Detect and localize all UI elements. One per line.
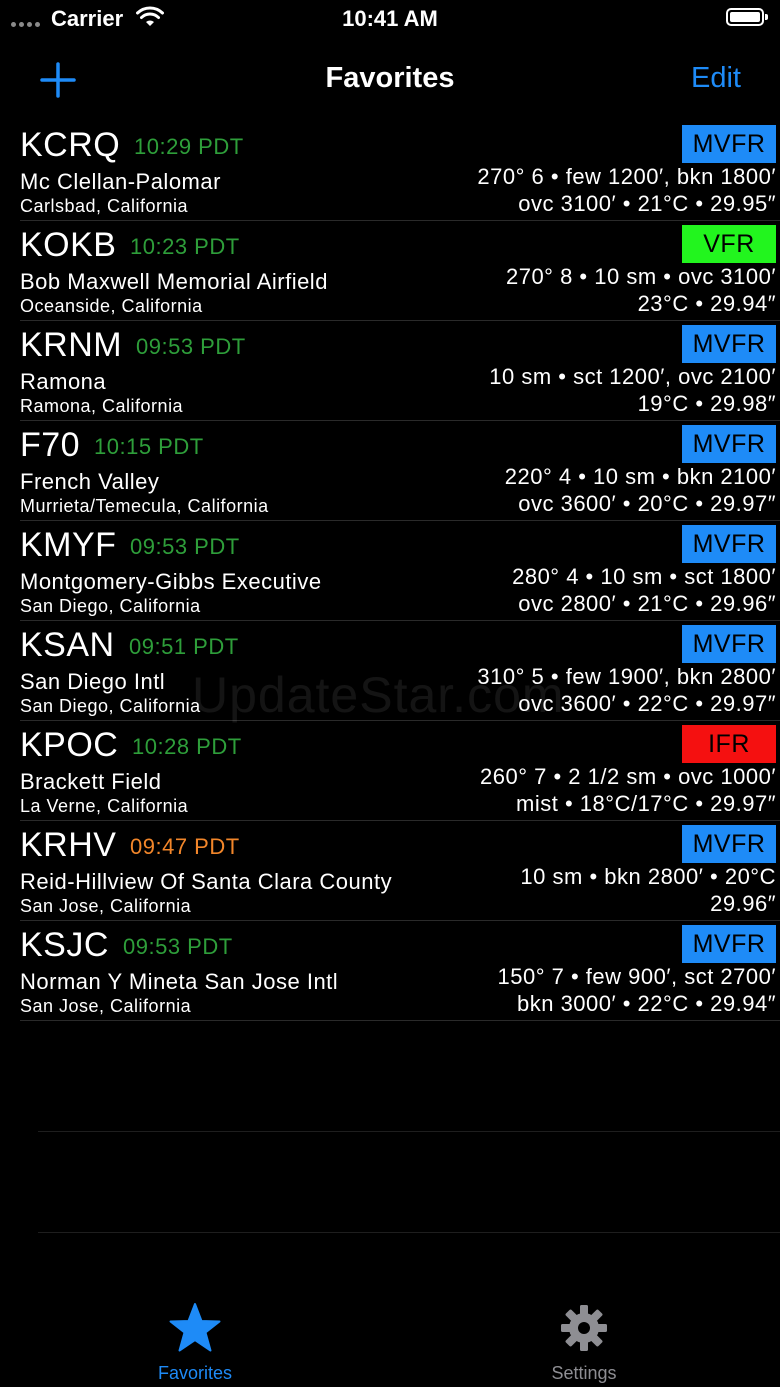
list-separator: [38, 1131, 780, 1132]
weather-line-2: ovc 3600′ • 22°C • 29.97″: [518, 691, 776, 716]
weather-line-1: 10 sm • sct 1200′, ovc 2100′: [489, 364, 776, 389]
station-location: San Jose, California: [20, 996, 192, 1016]
observation-time: 10:15 PDT: [94, 434, 204, 459]
tab-settings-label: Settings: [551, 1363, 617, 1383]
flight-category-badge: MVFR: [682, 425, 776, 463]
flight-category-badge: MVFR: [682, 325, 776, 363]
station-ident: F70: [20, 426, 81, 464]
weather-line-1: 10 sm • bkn 2800′ • 20°C: [520, 864, 776, 889]
flight-category-badge: MVFR: [682, 625, 776, 663]
station-row[interactable]: KCRQ 10:29 PDT Mc Clellan-Palomar Carlsbad,…: [20, 121, 780, 221]
station-location: Ramona, California: [20, 396, 184, 416]
station-row[interactable]: KPOC 10:28 PDT Brackett Field La Verne, Cal…: [20, 721, 780, 821]
weather-line-1: 220° 4 • 10 sm • bkn 2100′: [504, 464, 776, 489]
weather-line-2: ovc 3100′ • 21°C • 29.95″: [518, 191, 776, 216]
station-ident: KSAN: [20, 626, 115, 664]
weather-line-1: 280° 4 • 10 sm • sct 1800′: [512, 564, 776, 589]
list-separator: [38, 1232, 780, 1233]
battery-icon: [726, 8, 768, 26]
favorites-list: KCRQ 10:29 PDT Mc Clellan-Palomar Carlsbad,…: [0, 121, 780, 1021]
weather-line-2: ovc 3600′ • 20°C • 29.97″: [518, 491, 776, 516]
observation-time: 10:28 PDT: [132, 734, 242, 759]
flight-category-badge: MVFR: [682, 125, 776, 163]
weather-line-2: mist • 18°C/17°C • 29.97″: [516, 791, 776, 816]
station-ident: KCRQ: [20, 126, 121, 164]
station-location: Carlsbad, California: [20, 196, 189, 216]
observation-time: 10:23 PDT: [130, 234, 240, 259]
tab-bar: Favorites Settings: [0, 1290, 780, 1387]
weather-line-2: 19°C • 29.98″: [637, 391, 776, 416]
tab-settings[interactable]: Settings: [504, 1302, 664, 1384]
station-row[interactable]: F70 10:15 PDT French Valley Murrieta/Temecu…: [20, 421, 780, 521]
station-ident: KRNM: [20, 326, 123, 364]
station-row[interactable]: KOKB 10:23 PDT Bob Maxwell Memorial Airfie…: [20, 221, 780, 321]
status-time: 10:41 AM: [342, 6, 438, 31]
observation-time: 09:51 PDT: [129, 634, 239, 659]
observation-time: 09:53 PDT: [130, 534, 240, 559]
station-name: Reid-Hillview Of Santa Clara County: [20, 869, 393, 894]
navigation-bar: Favorites Edit: [0, 50, 780, 110]
station-location: San Diego, California: [20, 696, 201, 716]
station-ident: KMYF: [20, 526, 117, 564]
weather-line-2: bkn 3000′ • 22°C • 29.94″: [516, 991, 776, 1016]
weather-line-1: 150° 7 • few 900′, sct 2700′: [497, 964, 776, 989]
station-name: Ramona: [20, 369, 107, 394]
status-bar: Carrier 10:41 AM: [0, 0, 780, 40]
station-row[interactable]: KSAN 09:51 PDT San Diego Intl San Diego, Ca…: [20, 621, 780, 721]
flight-category-badge: VFR: [682, 225, 776, 263]
weather-line-2: ovc 2800′ • 21°C • 29.96″: [518, 591, 776, 616]
station-location: La Verne, California: [20, 796, 189, 816]
station-row[interactable]: KSJC 09:53 PDT Norman Y Mineta San Jose In…: [20, 921, 780, 1021]
page-title: Favorites: [325, 62, 455, 94]
station-name: San Diego Intl: [20, 669, 166, 694]
weather-line-1: 260° 7 • 2 1/2 sm • ovc 1000′: [480, 764, 776, 789]
tab-favorites[interactable]: Favorites: [115, 1302, 275, 1384]
station-ident: KOKB: [20, 226, 117, 264]
station-name: Montgomery-Gibbs Executive: [20, 569, 322, 594]
weather-line-2: 23°C • 29.94″: [637, 291, 776, 316]
station-ident: KRHV: [20, 826, 117, 864]
flight-category-badge: MVFR: [682, 925, 776, 963]
weather-line-1: 270° 8 • 10 sm • ovc 3100′: [505, 264, 776, 289]
star-icon: [169, 1303, 221, 1352]
observation-time: 09:47 PDT: [130, 834, 240, 859]
station-location: San Jose, California: [20, 896, 192, 916]
station-ident: KSJC: [20, 926, 109, 964]
weather-line-1: 310° 5 • few 1900′, bkn 2800′: [477, 664, 776, 689]
station-row[interactable]: KRHV 09:47 PDT Reid-Hillview Of Santa Clar…: [20, 821, 780, 921]
flight-category-badge: MVFR: [682, 525, 776, 563]
station-name: Brackett Field: [20, 769, 162, 794]
observation-time: 10:29 PDT: [134, 134, 244, 159]
flight-category-badge: IFR: [682, 725, 776, 763]
gear-icon: [561, 1305, 607, 1351]
station-name: Norman Y Mineta San Jose Intl: [20, 969, 339, 994]
weather-line-1: 270° 6 • few 1200′, bkn 1800′: [477, 164, 776, 189]
flight-category-badge: MVFR: [682, 825, 776, 863]
station-name: Bob Maxwell Memorial Airfield: [20, 269, 328, 294]
station-ident: KPOC: [20, 726, 119, 764]
tab-favorites-label: Favorites: [157, 1363, 233, 1383]
station-location: Murrieta/Temecula, California: [20, 496, 269, 516]
weather-line-2: 29.96″: [710, 891, 776, 916]
observation-time: 09:53 PDT: [123, 934, 233, 959]
station-name: French Valley: [20, 469, 160, 494]
station-location: Oceanside, California: [20, 296, 203, 316]
edit-button[interactable]: Edit: [691, 62, 741, 95]
station-location: San Diego, California: [20, 596, 201, 616]
observation-time: 09:53 PDT: [136, 334, 246, 359]
station-row[interactable]: KMYF 09:53 PDT Montgomery-Gibbs Executive S…: [20, 521, 780, 621]
station-row[interactable]: KRNM 09:53 PDT Ramona Ramona, California MVF…: [20, 321, 780, 421]
station-name: Mc Clellan-Palomar: [20, 169, 221, 194]
